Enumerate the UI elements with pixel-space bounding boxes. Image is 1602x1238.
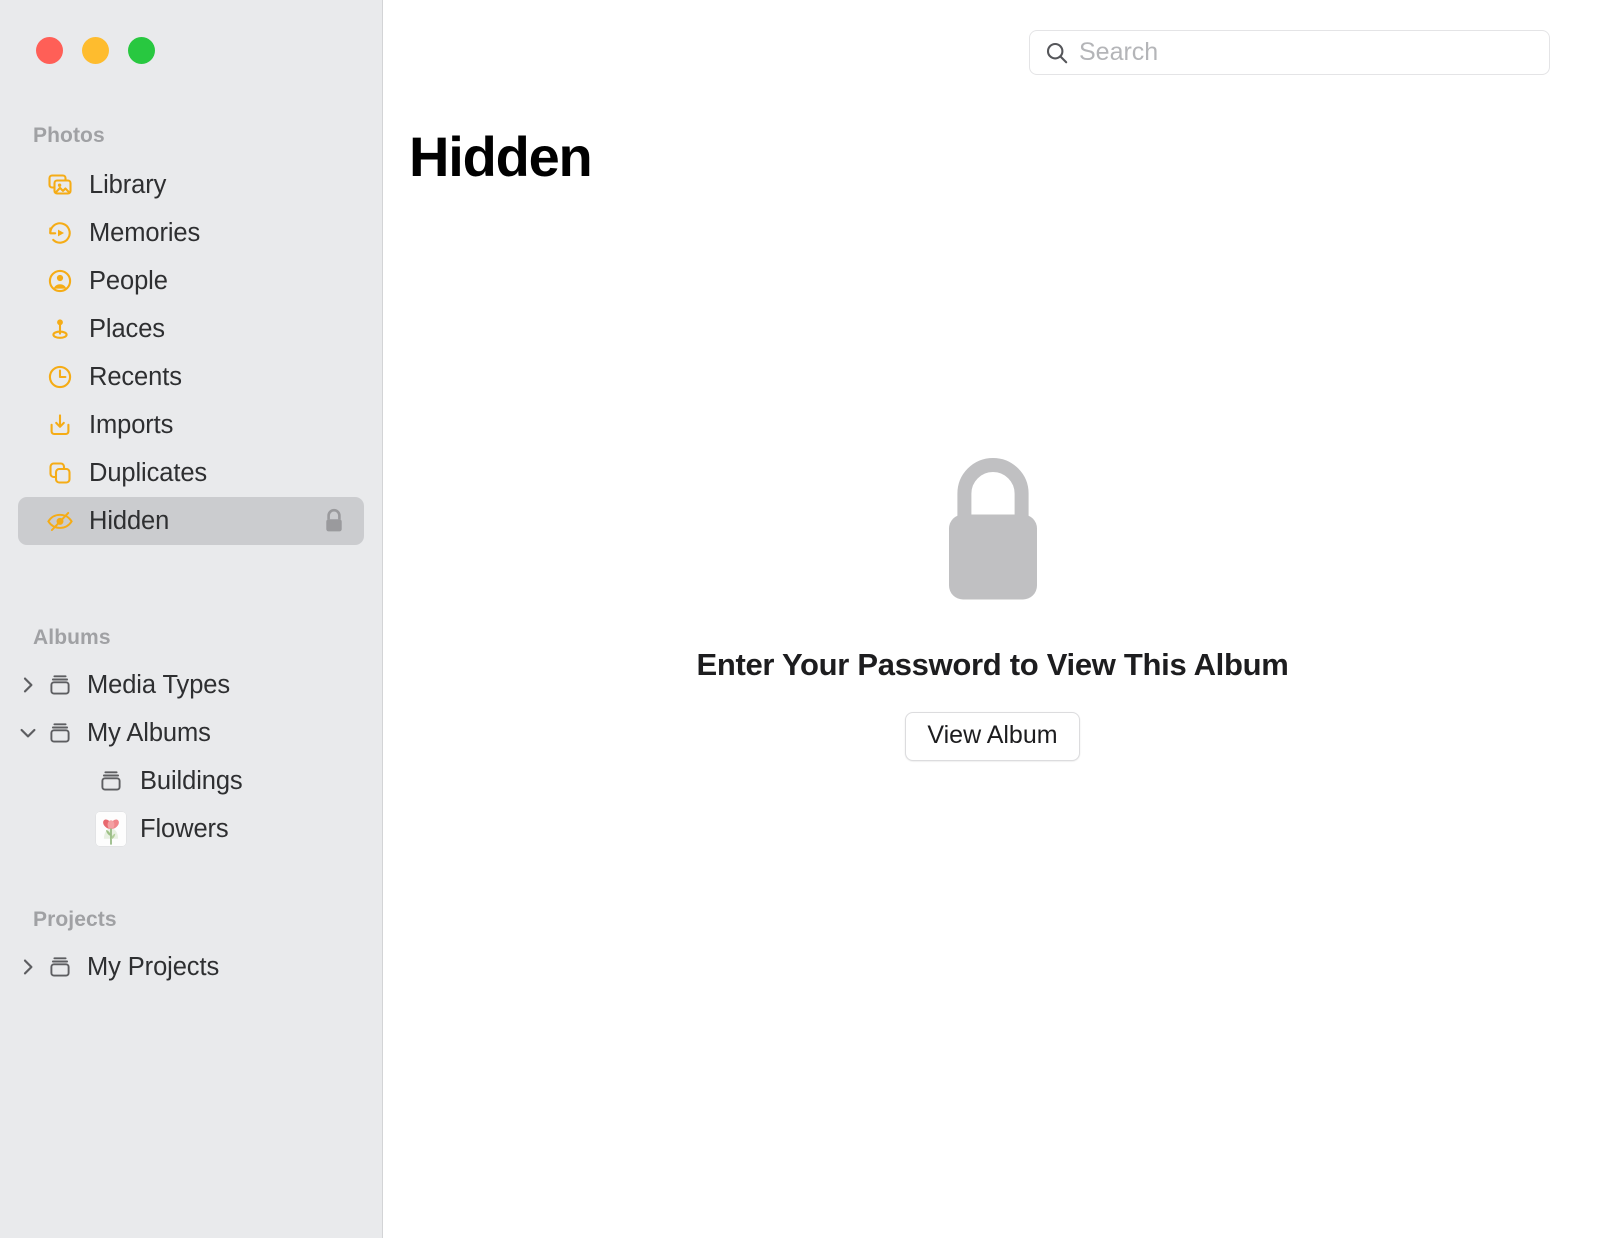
sidebar-item-label: Duplicates: [89, 458, 208, 487]
photo-stack-icon: [45, 170, 75, 200]
locked-album-empty-state: Enter Your Password to View This Album V…: [383, 455, 1602, 761]
sidebar-item-places[interactable]: Places: [18, 305, 364, 353]
sidebar-item-label: Imports: [89, 410, 174, 439]
sidebar-item-people[interactable]: People: [18, 257, 364, 305]
duplicates-icon: [45, 458, 75, 488]
sidebar-item-label: My Projects: [87, 952, 220, 981]
photos-app-window: Photos Library Memories People Places Re…: [0, 0, 1602, 1238]
search-box[interactable]: [1029, 30, 1550, 75]
page-title: Hidden: [409, 125, 593, 188]
sidebar-item-label: Media Types: [87, 670, 231, 699]
search-field[interactable]: [1029, 30, 1550, 75]
chevron-right-icon[interactable]: [15, 672, 41, 698]
sidebar-item-memories[interactable]: Memories: [18, 209, 364, 257]
section-header-projects: Projects: [33, 908, 117, 931]
eye-slash-icon: [45, 506, 75, 536]
projects-nav-list: My Projects: [0, 943, 382, 991]
sidebar-item-flowers[interactable]: Flowers: [18, 805, 364, 853]
section-header-photos: Photos: [33, 124, 105, 147]
import-icon: [45, 410, 75, 440]
sidebar-item-label: My Albums: [87, 718, 211, 747]
maximize-button[interactable]: [128, 37, 155, 64]
chevron-right-icon[interactable]: [15, 954, 41, 980]
sidebar-item-recents[interactable]: Recents: [18, 353, 364, 401]
sidebar-item-media-types[interactable]: Media Types: [18, 661, 364, 709]
sidebar-item-duplicates[interactable]: Duplicates: [18, 449, 364, 497]
sidebar-item-label: Hidden: [89, 506, 170, 535]
sidebar-item-label: Places: [89, 314, 165, 343]
sidebar-item-label: People: [89, 266, 168, 295]
clock-icon: [45, 362, 75, 392]
chevron-down-icon[interactable]: [15, 720, 41, 746]
sidebar-item-buildings[interactable]: Buildings: [18, 757, 364, 805]
section-header-albums: Albums: [33, 626, 111, 649]
album-icon: [96, 766, 126, 796]
sidebar-item-label: Memories: [89, 218, 201, 247]
view-album-button[interactable]: View Album: [905, 712, 1080, 761]
album-icon: [45, 670, 75, 700]
sidebar-item-my-projects[interactable]: My Projects: [18, 943, 364, 991]
sidebar-item-label: Buildings: [140, 766, 243, 795]
album-icon: [45, 718, 75, 748]
empty-state-heading: Enter Your Password to View This Album: [696, 647, 1289, 682]
person-icon: [45, 266, 75, 296]
albums-nav-list: Media Types My Albums Buildings Flowers: [0, 661, 382, 853]
sidebar-item-library[interactable]: Library: [18, 161, 364, 209]
memories-icon: [45, 218, 75, 248]
sidebar-item-label: Recents: [89, 362, 182, 391]
sidebar: Photos Library Memories People Places Re…: [0, 0, 383, 1238]
album-icon: [45, 952, 75, 982]
main-content: Hidden Enter Your Password to View This …: [383, 0, 1602, 1238]
map-pin-icon: [45, 314, 75, 344]
sidebar-item-label: Flowers: [140, 814, 229, 843]
sidebar-item-my-albums[interactable]: My Albums: [18, 709, 364, 757]
sidebar-item-label: Library: [89, 170, 167, 199]
minimize-button[interactable]: [82, 37, 109, 64]
tulip-thumbnail: [96, 812, 126, 846]
search-icon: [1044, 40, 1070, 66]
lock-icon: [322, 507, 346, 535]
lock-icon: [939, 455, 1047, 600]
window-controls: [36, 37, 155, 64]
photos-nav-list: Library Memories People Places Recents I…: [0, 161, 382, 545]
search-input[interactable]: [1079, 38, 1535, 67]
close-button[interactable]: [36, 37, 63, 64]
sidebar-item-hidden[interactable]: Hidden: [18, 497, 364, 545]
sidebar-item-imports[interactable]: Imports: [18, 401, 364, 449]
